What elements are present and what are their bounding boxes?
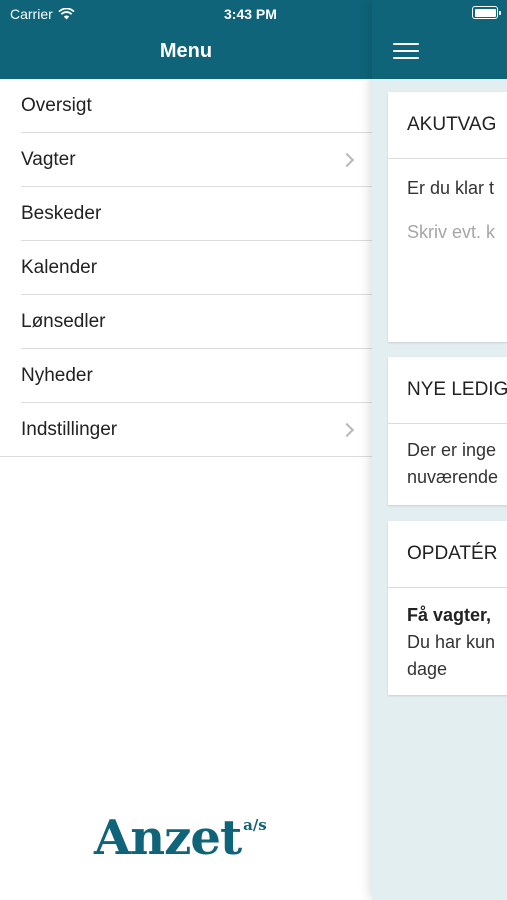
card-body: Er du klar t Skriv evt. k xyxy=(388,159,507,246)
menu-item-indstillinger[interactable]: Indstillinger xyxy=(0,403,372,457)
menu-item-label: Beskeder xyxy=(21,203,102,224)
menu-item-label: Oversigt xyxy=(21,95,92,116)
chevron-right-icon xyxy=(339,422,355,438)
comment-input[interactable]: Skriv evt. k xyxy=(407,219,507,246)
card-akutvagt: AKUTVAG Er du klar t Skriv evt. k xyxy=(388,92,507,342)
menu-item-beskeder[interactable]: Beskeder xyxy=(0,187,372,241)
hamburger-menu-icon[interactable] xyxy=(393,43,419,61)
menu-title: Menu xyxy=(159,40,213,62)
wifi-icon xyxy=(58,8,75,20)
card-nye-ledige: NYE LEDIG Der er inge nuværende xyxy=(388,357,507,505)
card-title: AKUTVAG xyxy=(388,92,507,159)
card-text: dage xyxy=(407,659,448,679)
main-content[interactable]: AKUTVAG Er du klar t Skriv evt. k NYE LE… xyxy=(372,0,507,900)
logo-suffix: a/s xyxy=(243,816,267,834)
card-title: OPDATÉR xyxy=(388,521,507,588)
card-text: nuværende xyxy=(407,467,499,487)
card-text: Er du klar t xyxy=(407,178,495,198)
card-title: NYE LEDIG xyxy=(388,357,507,424)
carrier-label: Carrier xyxy=(10,6,53,22)
menu-item-lonsedler[interactable]: Lønsedler xyxy=(0,295,372,349)
menu-list: Oversigt Vagter Beskeder Kalender Lønsed… xyxy=(0,79,372,457)
menu-item-label: Kalender xyxy=(21,257,98,278)
menu-item-oversigt[interactable]: Oversigt xyxy=(0,79,372,133)
menu-item-kalender[interactable]: Kalender xyxy=(0,241,372,295)
carrier-indicator: Carrier xyxy=(10,6,75,22)
card-text-bold: Få vagter, xyxy=(407,605,492,625)
card-opdater[interactable]: OPDATÉR Få vagter, Du har kun dage xyxy=(388,521,507,695)
status-time: 3:43 PM xyxy=(224,6,277,22)
card-text: Der er inge xyxy=(407,440,497,460)
menu-item-label: Nyheder xyxy=(21,365,93,386)
menu-item-label: Indstillinger xyxy=(21,419,118,440)
menu-item-label: Lønsedler xyxy=(21,311,106,332)
battery-icon xyxy=(472,6,501,19)
logo-wordmark: Anzet xyxy=(94,810,242,866)
card-text: Du har kun xyxy=(407,632,496,652)
card-body: Få vagter, Du har kun dage xyxy=(388,588,507,683)
menu-item-label: Vagter xyxy=(21,149,76,170)
menu-item-vagter[interactable]: Vagter xyxy=(0,133,372,187)
chevron-right-icon xyxy=(339,152,355,168)
menu-item-nyheder[interactable]: Nyheder xyxy=(0,349,372,403)
card-body: Der er inge nuværende xyxy=(388,424,507,491)
side-menu: Menu Oversigt Vagter Beskeder Kalender L… xyxy=(0,0,372,900)
status-bar: Carrier 3:43 PM xyxy=(0,0,507,28)
anzet-logo: Anzet a/s xyxy=(94,812,267,864)
